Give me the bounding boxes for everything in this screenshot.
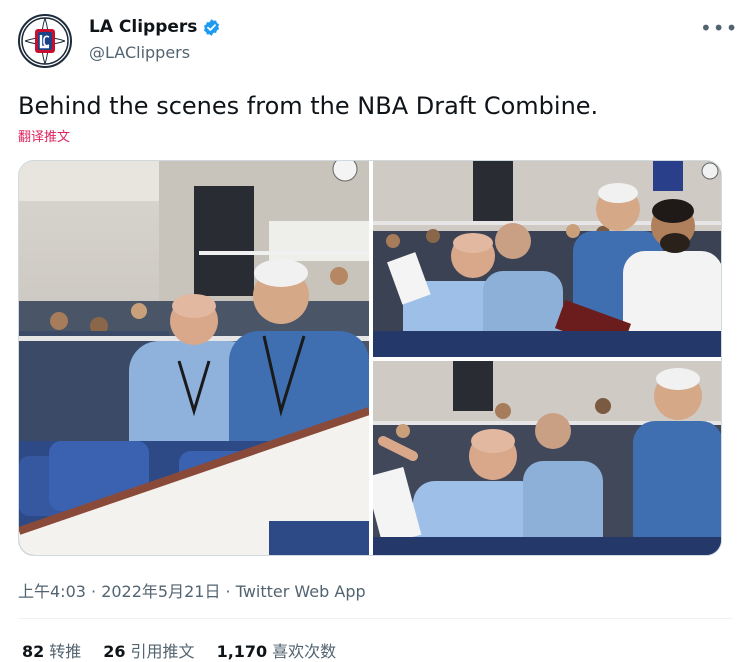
photo-3[interactable] xyxy=(373,361,721,555)
tweet-text: Behind the scenes from the NBA Draft Com… xyxy=(18,92,599,120)
more-horizontal-icon: ••• xyxy=(700,16,739,40)
tweet-stats: 82 转推 26 引用推文 1,170 喜欢次数 xyxy=(22,638,336,662)
likes-count: 1,170 xyxy=(216,642,268,661)
author-name-text: LA Clippers xyxy=(89,17,198,37)
retweets-stat[interactable]: 82 转推 xyxy=(22,638,81,662)
quotes-label: 引用推文 xyxy=(130,642,195,661)
verified-badge-icon xyxy=(202,18,221,37)
likes-stat[interactable]: 1,170 喜欢次数 xyxy=(217,638,337,662)
photo-1[interactable] xyxy=(19,161,369,555)
more-options-button[interactable]: ••• xyxy=(700,16,737,40)
divider xyxy=(18,618,732,619)
likes-label: 喜欢次数 xyxy=(272,642,337,661)
author-name[interactable]: LA Clippers xyxy=(89,17,221,37)
clippers-logo xyxy=(21,17,69,65)
retweets-count: 82 xyxy=(22,642,45,661)
avatar[interactable] xyxy=(18,14,72,68)
quotes-stat[interactable]: 26 引用推文 xyxy=(103,638,194,662)
quotes-count: 26 xyxy=(103,642,126,661)
translate-tweet-link[interactable]: 翻译推文 xyxy=(18,126,70,145)
tweet-timestamp[interactable]: 上午4:03 · 2022年5月21日 · Twitter Web App xyxy=(18,578,366,602)
photo-2[interactable] xyxy=(373,161,721,357)
author-handle[interactable]: @LAClippers xyxy=(89,43,190,62)
retweets-label: 转推 xyxy=(49,642,82,661)
media-grid xyxy=(18,160,722,556)
